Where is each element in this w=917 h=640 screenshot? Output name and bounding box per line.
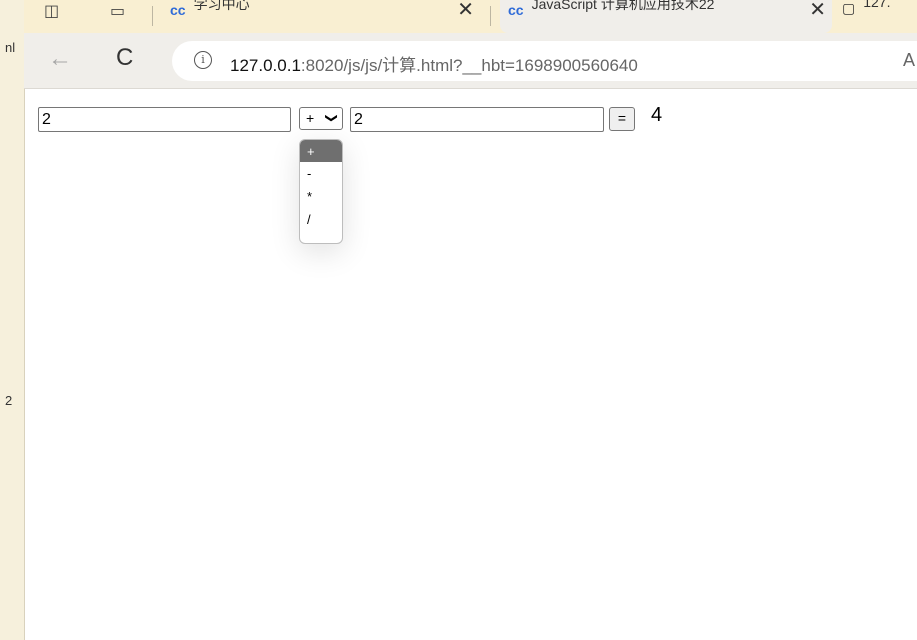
operator-dropdown-list: + - * / — [299, 139, 343, 244]
url-path: :8020/js/js/计算.html?__hbt=1698900560640 — [300, 56, 638, 75]
tab-title: 127. — [863, 0, 891, 10]
operand1-input[interactable]: 2 — [38, 107, 291, 132]
operand2-input[interactable]: 2 — [350, 107, 604, 132]
adjacent-window-edge: nl 2 — [0, 0, 25, 640]
operator-value: + — [306, 110, 315, 126]
tab-localhost[interactable]: ▢ 127. — [842, 0, 917, 33]
site-logo-icon: cc — [508, 2, 524, 18]
option-multiply[interactable]: * — [300, 185, 342, 208]
browser-toolbar: ← C i 127.0.0.1:8020/js/js/计算.html?__hbt… — [24, 33, 917, 89]
tab-javascript[interactable]: cc JavaScript 计算机应用技术22 ✕ — [500, 0, 832, 33]
close-icon[interactable]: ✕ — [809, 0, 826, 22]
tab-learning-center[interactable]: cc 学习中心 ✕ — [170, 0, 480, 33]
tab-title: 学习中心 — [193, 0, 250, 12]
url-text[interactable]: 127.0.0.1:8020/js/js/计算.html?__hbt=16989… — [230, 51, 638, 76]
equals-button[interactable]: = — [609, 107, 635, 131]
operator-select[interactable]: + ❯ — [299, 107, 343, 130]
tab-strip: ◫ ▭ cc 学习中心 ✕ cc JavaScript 计算机应用技术22 ✕ ▢ 1… — [24, 0, 917, 33]
site-logo-icon: cc — [170, 2, 186, 18]
tab-separator — [490, 6, 491, 26]
tab-separator — [152, 6, 153, 26]
page-content: 2 + ❯ 2 = 4 + - * / — [25, 89, 917, 640]
edge-text-fragment: 2 — [5, 393, 13, 408]
workspaces-icon[interactable]: ◫ — [44, 1, 59, 21]
back-arrow-icon[interactable]: ← — [48, 45, 72, 73]
tab-title: JavaScript 计算机应用技术22 — [531, 0, 715, 12]
address-bar[interactable]: i 127.0.0.1:8020/js/js/计算.html?__hbt=169… — [172, 41, 917, 81]
option-minus[interactable]: - — [300, 162, 342, 185]
url-host: 127.0.0.1 — [230, 56, 301, 75]
page-icon: ▢ — [842, 0, 856, 16]
result-value: 4 — [651, 104, 663, 126]
chevron-down-icon: ❯ — [324, 112, 339, 124]
option-plus[interactable]: + — [300, 140, 342, 162]
read-aloud-icon[interactable]: A — [903, 50, 915, 71]
edge-text-fragment: nl — [5, 40, 16, 55]
option-divide[interactable]: / — [300, 208, 342, 231]
tab-actions-icon[interactable]: ▭ — [110, 1, 125, 21]
reload-icon[interactable]: C — [116, 44, 133, 72]
site-info-icon[interactable]: i — [194, 51, 212, 69]
close-icon[interactable]: ✕ — [457, 0, 474, 22]
